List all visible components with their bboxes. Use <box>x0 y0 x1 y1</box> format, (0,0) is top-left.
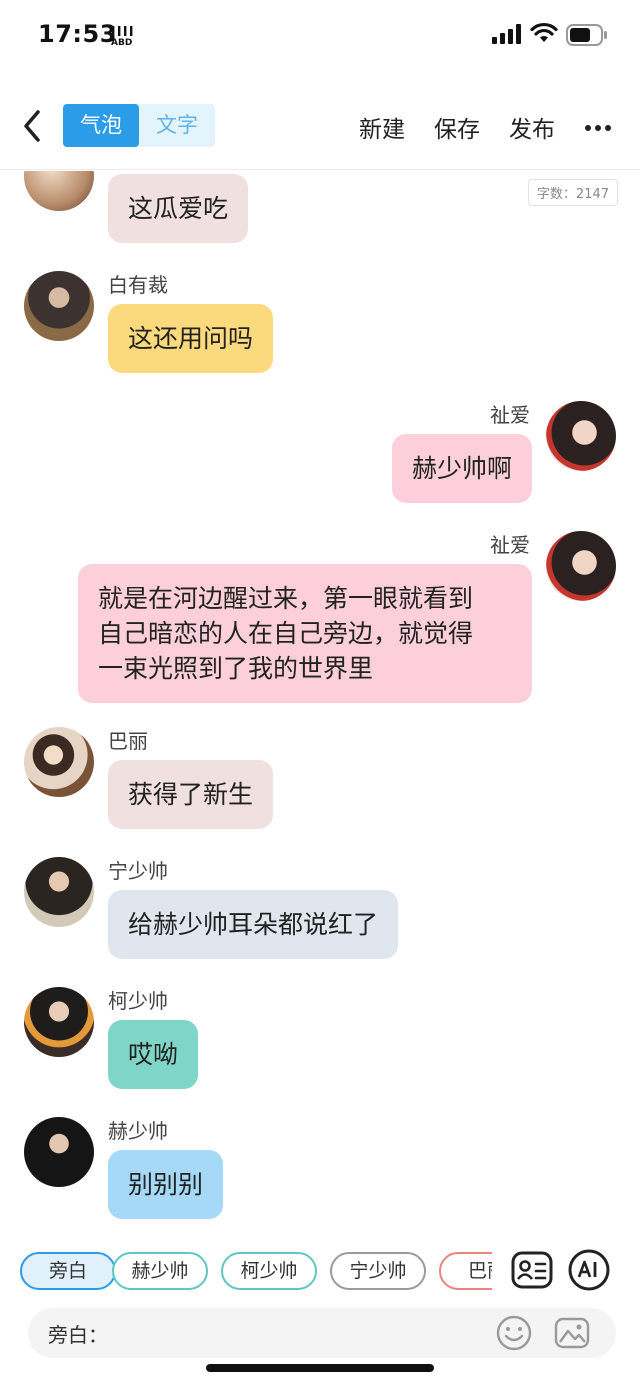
message-text: 哎呦 <box>128 1040 179 1069</box>
character-chips: 旁白 赫少帅 柯少帅 宁少帅 巴丽 <box>20 1252 492 1292</box>
tab-text[interactable]: 文字 <box>139 104 215 147</box>
composer-input[interactable]: 旁白： <box>28 1308 616 1358</box>
save-button[interactable]: 保存 <box>434 110 480 144</box>
svg-text:ABD: ABD <box>111 38 132 46</box>
message-line: 就是在河边醒过来，第一眼就看到 <box>98 584 474 613</box>
avatar[interactable] <box>546 401 616 471</box>
message-line: 自己暗恋的人在自己旁边，就觉得 <box>98 619 474 648</box>
message-bubble[interactable]: 就是在河边醒过来，第一眼就看到 自己暗恋的人在自己旁边，就觉得 一束光照到了我的… <box>78 564 532 703</box>
word-count-badge: 字数：2147 <box>527 179 618 206</box>
image-icon[interactable] <box>552 1313 592 1353</box>
chip-character[interactable]: 巴丽 <box>439 1252 492 1290</box>
chevron-left-icon[interactable] <box>18 106 48 146</box>
message-bubble[interactable]: 赫少帅啊 <box>391 434 532 503</box>
message-text: 赫少帅啊 <box>411 454 512 483</box>
avatar[interactable] <box>24 1117 94 1187</box>
sender-name: 白有裁 <box>108 273 168 297</box>
chip-narration[interactable]: 旁白 <box>20 1252 116 1290</box>
message-bubble[interactable]: 哎呦 <box>108 1020 199 1089</box>
chip-character[interactable]: 柯少帅 <box>221 1252 317 1290</box>
status-time: 17:53 <box>38 20 117 48</box>
battery-icon <box>566 24 607 46</box>
chip-character[interactable]: 宁少帅 <box>330 1252 426 1290</box>
signal-icon <box>492 24 521 44</box>
emoji-icon[interactable] <box>494 1313 534 1353</box>
mode-switch: 气泡 文字 <box>63 104 215 147</box>
avatar[interactable] <box>24 987 94 1057</box>
message-text: 别别别 <box>128 1170 204 1199</box>
carrier-badge-icon: ABD <box>111 26 133 46</box>
tab-bubble[interactable]: 气泡 <box>63 104 139 147</box>
input-label: 旁白： <box>48 1323 108 1347</box>
sender-name: 柯少帅 <box>108 989 168 1013</box>
home-indicator <box>206 1364 434 1372</box>
wifi-icon <box>530 22 558 42</box>
composer-panel: 旁白 赫少帅 柯少帅 宁少帅 巴丽 旁白： <box>0 1226 640 1385</box>
message-bubble[interactable]: 获得了新生 <box>108 760 274 829</box>
avatar[interactable] <box>24 271 94 341</box>
sender-name: 祉爱 <box>490 533 530 557</box>
publish-button[interactable]: 发布 <box>509 110 555 144</box>
message-bubble[interactable]: 这还用问吗 <box>108 304 274 373</box>
sender-name: 巴丽 <box>108 729 148 753</box>
message-text: 这瓜爱吃 <box>128 194 229 223</box>
avatar[interactable] <box>546 531 616 601</box>
sender-name: 宁少帅 <box>108 859 168 883</box>
ai-icon[interactable] <box>567 1248 611 1292</box>
message-bubble[interactable]: 给赫少帅耳朵都说红了 <box>108 890 399 959</box>
nav-bar: 气泡 文字 新建 保存 发布 <box>0 90 640 170</box>
status-bar: 17:53 ABD <box>0 0 640 70</box>
sender-name: 赫少帅 <box>108 1119 168 1143</box>
message-text: 给赫少帅耳朵都说红了 <box>128 910 379 939</box>
contact-card-icon[interactable] <box>510 1248 554 1292</box>
avatar[interactable] <box>24 727 94 797</box>
message-text: 这还用问吗 <box>128 324 254 353</box>
avatar[interactable] <box>24 857 94 927</box>
sender-name: 祉爱 <box>490 403 530 427</box>
message-text: 获得了新生 <box>128 780 254 809</box>
more-dots-icon[interactable] <box>584 124 612 132</box>
avatar[interactable] <box>24 171 94 211</box>
new-button[interactable]: 新建 <box>359 110 405 144</box>
message-bubble[interactable]: 别别别 <box>108 1150 224 1219</box>
chip-character[interactable]: 赫少帅 <box>112 1252 208 1290</box>
message-bubble[interactable]: 这瓜爱吃 <box>108 174 249 243</box>
chat-area[interactable]: 字数：2147 这瓜爱吃 白有裁 这还用问吗 祉爱 赫少帅啊 祉爱 就是在河边醒… <box>0 171 640 1226</box>
message-line: 一束光照到了我的世界里 <box>98 654 374 683</box>
